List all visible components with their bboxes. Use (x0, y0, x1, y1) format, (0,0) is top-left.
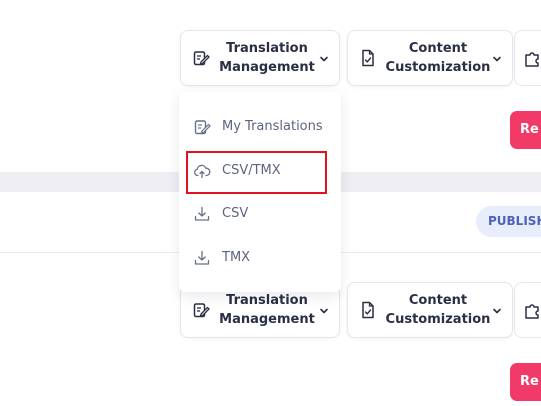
dropdown-item-tmx[interactable]: TMX (179, 238, 341, 278)
dropdown-item-label: TMX (222, 250, 251, 265)
content-customization-label: Content Customization (385, 293, 491, 327)
edit-doc-icon (193, 303, 210, 318)
chevron-down-icon (493, 308, 501, 314)
dropdown-item-csv[interactable]: CSV (179, 194, 341, 234)
edit-doc-icon (193, 51, 210, 66)
dropdown-item-label: My Translations (222, 119, 323, 134)
chevron-down-icon (320, 308, 328, 314)
document-check-icon (362, 301, 374, 319)
translation-management-button[interactable]: Translation Management (180, 30, 340, 86)
content-customization-button-2[interactable]: Content Customization (347, 282, 513, 338)
document-check-icon (362, 49, 374, 67)
settings-menu-button-2[interactable] (514, 282, 541, 338)
download-icon (194, 206, 210, 221)
download-icon (194, 250, 210, 265)
edit-doc-icon (194, 120, 211, 135)
highlight-annotation-box (186, 151, 327, 194)
translation-management-label: Translation Management (219, 293, 315, 327)
chevron-down-icon (493, 56, 501, 62)
dropdown-item-my-translations[interactable]: My Translations (179, 107, 341, 147)
content-customization-button[interactable]: Content Customization (347, 30, 513, 86)
action-button[interactable]: Re (510, 111, 541, 149)
translation-management-label: Translation Management (219, 41, 315, 75)
puzzle-icon (525, 52, 539, 67)
action-button-2[interactable]: Re (510, 363, 541, 401)
dropdown-item-label: CSV (222, 206, 249, 221)
puzzle-icon (525, 304, 539, 319)
chevron-down-icon (320, 56, 328, 62)
status-badge: PUBLISH (476, 206, 541, 237)
content-customization-label: Content Customization (385, 41, 491, 75)
settings-menu-button[interactable] (514, 30, 541, 86)
